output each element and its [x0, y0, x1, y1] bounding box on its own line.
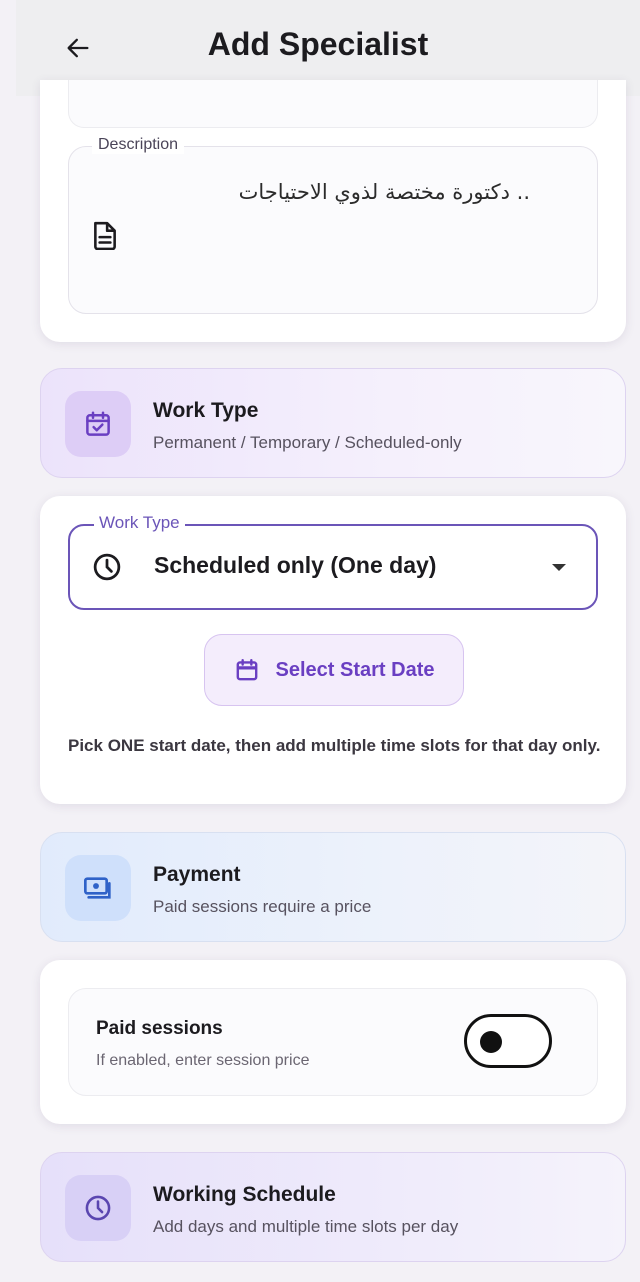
- description-value[interactable]: .. دكتورة مختصة لذوي الاحتياجات: [100, 180, 530, 204]
- payment-section-title: Payment: [153, 863, 241, 886]
- document-icon: [94, 221, 116, 250]
- work-type-select-label: Work Type: [94, 513, 185, 533]
- description-field[interactable]: [68, 146, 598, 314]
- paid-sessions-subtitle: If enabled, enter session price: [96, 1052, 310, 1069]
- work-type-section-subtitle: Permanent / Temporary / Scheduled-only: [153, 433, 462, 452]
- paid-sessions-toggle[interactable]: [464, 1014, 552, 1068]
- cash-icon: [84, 877, 111, 899]
- chevron-down-icon[interactable]: [552, 564, 566, 571]
- select-start-date-label: Select Start Date: [275, 658, 435, 681]
- working-schedule-section-subtitle: Add days and multiple time slots per day: [153, 1217, 459, 1236]
- calendar-icon: [236, 659, 257, 681]
- select-start-date-button[interactable]: Select Start Date: [204, 634, 464, 706]
- working-schedule-section-header: Working Schedule Add days and multiple t…: [40, 1152, 626, 1262]
- page-title: Add Specialist: [207, 26, 429, 62]
- work-type-icon-box: [65, 391, 131, 457]
- schedule-icon-box: [65, 1175, 131, 1241]
- paid-sessions-title: Paid sessions: [96, 1018, 223, 1039]
- work-type-section-header: Work Type Permanent / Temporary / Schedu…: [40, 368, 626, 478]
- payment-section-header: Payment Paid sessions require a price: [40, 832, 626, 942]
- work-type-select-value[interactable]: Scheduled only (One day): [154, 552, 436, 579]
- previous-field[interactable]: [68, 80, 598, 128]
- calendar-check-icon: [86, 411, 110, 436]
- description-label: Description: [92, 136, 185, 154]
- working-schedule-section-title: Working Schedule: [153, 1183, 336, 1206]
- clock-icon: [85, 1195, 111, 1221]
- clock-icon: [93, 553, 121, 581]
- toggle-knob: [480, 1031, 502, 1053]
- payment-section-subtitle: Paid sessions require a price: [153, 897, 372, 916]
- payment-icon-box: [65, 855, 131, 921]
- work-type-hint: Pick ONE start date, then add multiple t…: [68, 736, 601, 755]
- work-type-section-title: Work Type: [153, 399, 259, 422]
